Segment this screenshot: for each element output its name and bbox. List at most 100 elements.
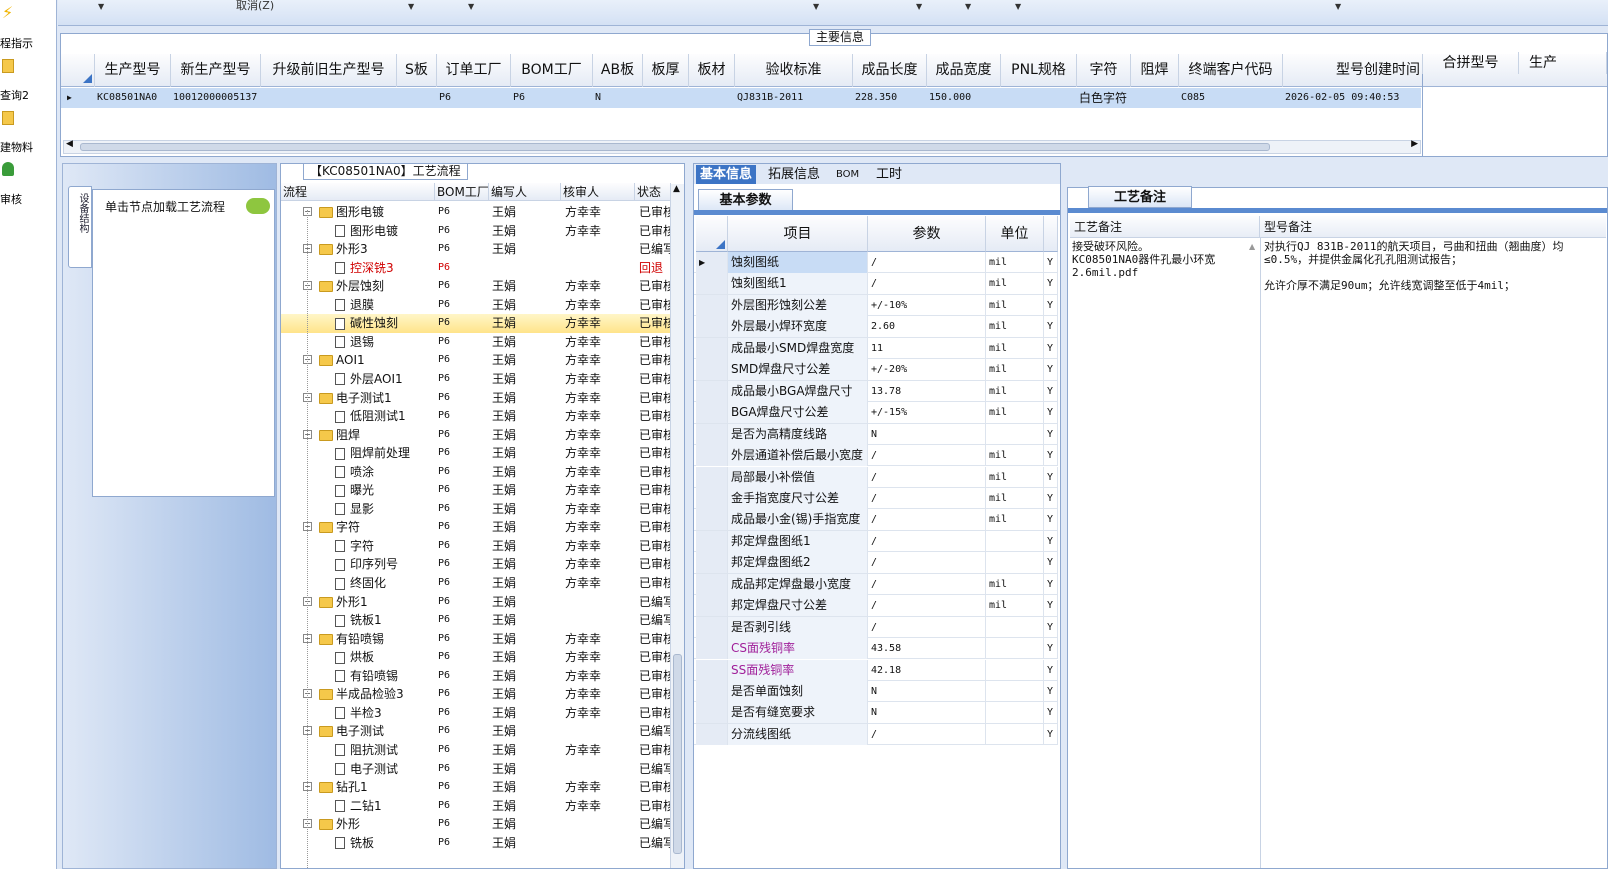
cell-unit[interactable] [986,423,1044,445]
cell-item[interactable]: 是否有缝宽要求 [728,702,868,724]
chevron-down-icon[interactable]: ▼ [468,2,474,11]
table-row[interactable]: SS面残铜率 42.18 Y [694,659,1058,681]
chevron-down-icon[interactable]: ▼ [1335,2,1341,11]
cell-unit[interactable] [986,723,1044,745]
tree-node[interactable]: 控深铣3 P6 回退 [281,259,671,278]
table-row[interactable]: 是否单面蚀刻 N Y [694,681,1058,703]
cell-unit[interactable]: mil [986,445,1044,467]
table-row[interactable]: 分流线图纸 / Y [694,723,1058,746]
table-row[interactable]: 蚀刻图纸1/mil Y [694,273,1058,295]
cell-value[interactable]: / [868,552,986,574]
tree-node[interactable]: 半检3 P6 王娟 方幸幸 已审核 [281,704,671,723]
cell-unit[interactable] [986,681,1044,702]
cell-flag[interactable]: Y [1044,723,1058,745]
scroll-up-icon[interactable]: ▲ [673,184,680,194]
table-row[interactable]: 成品最小SMD焊盘宽度 11 mil Y [694,337,1058,360]
cell-item[interactable]: 外层最小焊环宽度 [728,316,868,338]
tree-node[interactable]: −外形P6王娟已编写 [281,815,671,834]
cell-item[interactable]: 外层图形蚀刻公差 [728,294,868,316]
cell-thickness[interactable] [643,88,689,108]
scroll-thumb[interactable] [80,143,1270,151]
cell-value[interactable]: 43.58 [868,638,986,660]
cell-unit[interactable] [986,659,1044,681]
cell-value[interactable]: / [868,487,986,509]
sidebar-item-process-guide[interactable]: ⚡ 程指示 [0,4,57,51]
cell-flag[interactable]: Y [1044,294,1058,316]
cell-unit[interactable]: mil [986,380,1044,402]
cell-order-factory[interactable]: P6 [437,88,511,108]
table-row[interactable]: 邦定焊盘图纸1/ Y [694,530,1058,553]
cell-flag[interactable]: Y [1044,445,1058,467]
table-row[interactable]: CS面残铜率 43.58 Y [694,638,1058,660]
cell-flag[interactable]: Y [1044,487,1058,509]
cell-bom-factory[interactable]: P6 [511,88,593,108]
col-header[interactable]: 核审人 [561,183,635,201]
tree-node[interactable]: 铣板1 P6 王娟 已编写 [281,611,671,630]
table-row[interactable]: 局部最小补偿值 / mil Y [694,466,1058,488]
chevron-down-icon[interactable]: ▼ [965,2,971,11]
cell-standard[interactable]: QJ831B-2011 [735,88,853,108]
cell-unit[interactable]: mil [986,595,1044,617]
cell-pnl[interactable] [1001,88,1077,108]
cell-unit[interactable]: mil [986,294,1044,316]
cell-value[interactable]: N [868,681,986,702]
cell-value[interactable]: / [868,530,986,552]
cell-item[interactable]: SS面残铜率 [728,659,868,681]
table-row[interactable]: 是否剥引线 / Y [694,616,1058,639]
cell-value[interactable]: / [868,273,986,295]
cell-flag[interactable]: Y [1044,402,1058,424]
table-row[interactable]: ▶ 蚀刻图纸 / mil Y [694,252,1058,274]
cell-flag[interactable]: Y [1044,702,1058,724]
cell-flag[interactable]: Y [1044,380,1058,402]
tree-node[interactable]: 有铅喷锡 P6 王娟 方幸幸 已审核 [281,667,671,686]
col-header[interactable]: 项目 [728,216,868,252]
col-header[interactable]: 参数 [868,216,986,252]
cell-unit[interactable]: mil [986,466,1044,488]
cell-model[interactable]: KC08501NA0 [95,88,171,108]
cell-item[interactable]: 局部最小补偿值 [728,466,868,488]
cell-value[interactable]: 2.60 [868,316,986,338]
tree-node[interactable]: 喷涂 P6 王娟 方幸幸 已审核 [281,463,671,482]
cell-unit[interactable]: mil [986,573,1044,595]
tree-node[interactable]: 烘板 P6 王娟 方幸幸 已审核 [281,648,671,667]
col-header[interactable]: BOM工厂 [435,183,489,201]
tree-node[interactable]: 终固化 P6 王娟 方幸幸 已审核 [281,574,671,593]
cell-item[interactable]: 成品邦定焊盘最小宽度 [728,573,868,595]
vertical-scrollbar[interactable]: ▲ [670,184,684,868]
cell-unit[interactable] [986,638,1044,660]
table-row[interactable]: BGA焊盘尺寸公差 +/-15% mil Y [694,402,1058,424]
cell-unit[interactable] [986,702,1044,724]
cell-width[interactable]: 150.000 [927,88,1001,108]
tab-extended-info[interactable]: 拓展信息 [764,165,824,184]
sidebar-item-query2[interactable]: 查询2 [0,56,57,102]
col-header[interactable]: 成品宽度 [927,54,1001,87]
cell-value[interactable]: / [868,466,986,488]
tab-process-notes[interactable]: 工艺备注 [1088,186,1192,208]
cell-unit[interactable]: mil [986,359,1044,381]
table-row[interactable]: 成品最小BGA焊盘尺寸 13.78 mil Y [694,380,1058,403]
col-header[interactable]: S板 [397,54,437,87]
cell-flag[interactable]: Y [1044,659,1058,681]
splitter[interactable] [685,163,693,869]
tab-work-hours[interactable]: 工时 [872,165,906,184]
cell-customer-code[interactable]: C085 [1179,88,1283,108]
col-header[interactable]: 生产 [1519,52,1607,74]
cell-old-model[interactable] [261,88,397,108]
cell-flag[interactable]: Y [1044,595,1058,617]
cell-item[interactable]: 分流线图纸 [728,723,868,745]
sidebar-item-review[interactable]: 审核 [0,160,57,206]
tree-node[interactable]: −AOI1P6王娟方幸幸已审核 [281,351,671,370]
cell-unit[interactable]: mil [986,402,1044,424]
cell-unit[interactable] [986,552,1044,574]
cell-item[interactable]: 邦定焊盘尺寸公差 [728,595,868,617]
cell-char[interactable]: 白色字符 [1077,88,1131,108]
table-row[interactable]: 是否为高精度线路 N Y [694,423,1058,445]
tree-node[interactable]: −有铅喷锡P6王娟方幸幸已审核 [281,630,671,649]
cell-flag[interactable]: Y [1044,509,1058,531]
cell-unit[interactable]: mil [986,316,1044,338]
tree-node[interactable]: 碱性蚀刻 P6 王娟 方幸幸 已审核 [281,314,671,333]
cell-item[interactable]: SMD焊盘尺寸公差 [728,359,868,381]
cell-ab-board[interactable]: N [593,88,643,108]
cell-flag[interactable]: Y [1044,616,1058,638]
col-header[interactable]: 升级前旧生产型号 [261,54,397,87]
